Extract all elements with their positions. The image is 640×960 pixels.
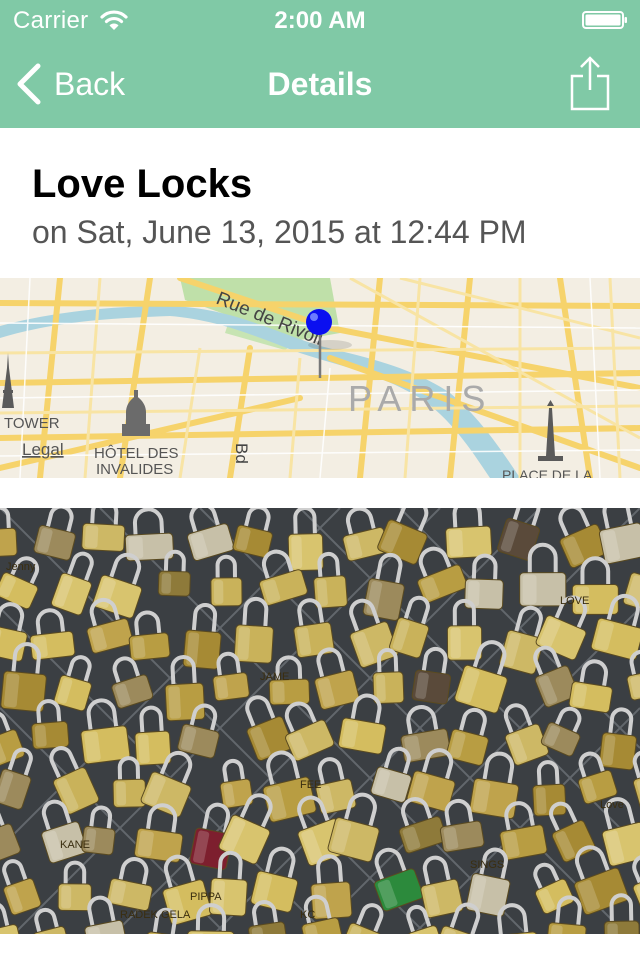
map-legal-link[interactable]: Legal bbox=[22, 440, 64, 459]
map-label-concorde: PLACE DE LA bbox=[502, 467, 593, 478]
navigation-header: Carrier 2:00 AM Back Details bbox=[0, 0, 640, 128]
lock-inscription: KANE bbox=[60, 839, 90, 851]
lock-inscription: Love bbox=[600, 799, 624, 811]
map-canvas: Rue de Rivoli PARIS TOWER Legal HÔTEL DE… bbox=[0, 278, 640, 478]
lock-inscription: FEE bbox=[300, 779, 321, 791]
navigation-bar: Back Details bbox=[0, 40, 640, 128]
lock-inscription: PIPPA bbox=[190, 891, 222, 903]
chevron-left-icon bbox=[17, 63, 41, 105]
entry-photo[interactable]: Jenny Love KC SINGS KANE RADEK GELA PIPPA JAME L… bbox=[0, 508, 640, 934]
location-map[interactable]: Rue de Rivoli PARIS TOWER Legal HÔTEL DE… bbox=[0, 278, 640, 478]
back-button[interactable]: Back bbox=[14, 62, 125, 106]
lock-inscription: Jenny bbox=[6, 561, 36, 573]
love-locks-image: Jenny Love KC SINGS KANE RADEK GELA PIPPA JAME L… bbox=[0, 508, 640, 934]
entry-header: Love Locks on Sat, June 13, 2015 at 12:4… bbox=[32, 160, 622, 252]
battery-icon bbox=[582, 11, 627, 29]
map-label-bd: Bd bbox=[232, 443, 251, 464]
lock-inscription: KC bbox=[300, 909, 315, 921]
entry-date: on Sat, June 13, 2015 at 12:44 PM bbox=[32, 214, 527, 250]
lock-inscription: RADEK GELA bbox=[120, 909, 191, 921]
map-label-city: PARIS bbox=[348, 378, 493, 419]
map-label-tower: TOWER bbox=[4, 415, 60, 432]
share-icon[interactable] bbox=[568, 56, 612, 112]
back-button-label: Back bbox=[54, 65, 126, 102]
map-label-invalides-2: INVALIDES bbox=[96, 461, 173, 478]
entry-title: Love Locks bbox=[32, 162, 253, 206]
map-label-invalides-1: HÔTEL DES bbox=[94, 445, 178, 462]
lock-inscription: JAME bbox=[260, 671, 289, 683]
lock-inscription: LOVE bbox=[560, 595, 589, 607]
status-time: 2:00 AM bbox=[274, 7, 366, 34]
lock-inscription: SINGS bbox=[470, 859, 504, 871]
status-bar: Carrier 2:00 AM bbox=[0, 0, 640, 40]
